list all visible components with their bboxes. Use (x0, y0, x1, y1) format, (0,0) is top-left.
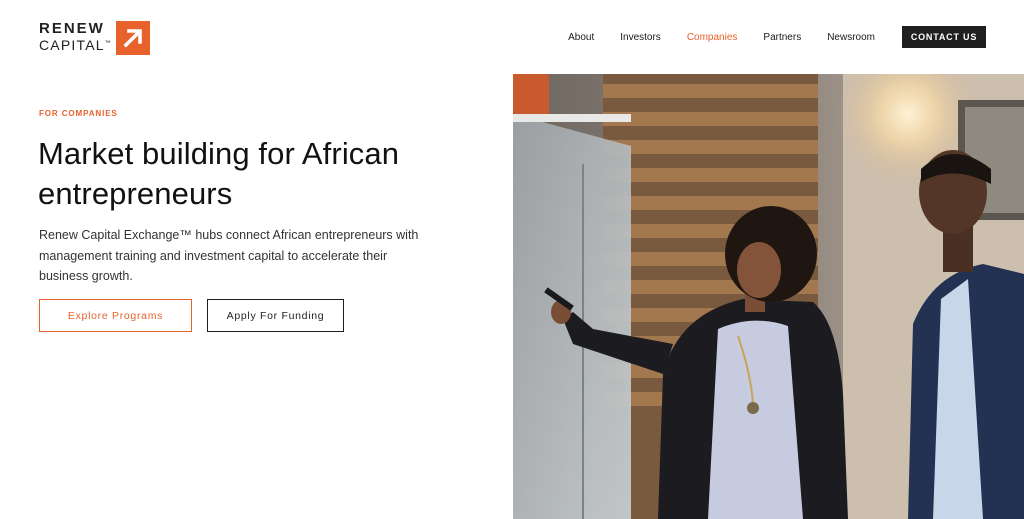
nav-link-newsroom[interactable]: Newsroom (827, 32, 875, 43)
nav-link-companies[interactable]: Companies (687, 32, 738, 43)
hero-photo (513, 74, 1024, 519)
hero-photo-illustration (513, 74, 1024, 519)
main-nav: About Investors Companies Partners Newsr… (542, 26, 986, 48)
site-header: RENEW CAPITAL™ About Investors Companies… (0, 0, 1024, 74)
explore-programs-button[interactable]: Explore Programs (39, 299, 192, 332)
apply-for-funding-button[interactable]: Apply For Funding (207, 299, 344, 332)
nav-link-partners[interactable]: Partners (763, 32, 801, 43)
headline-line-2: entrepreneurs (38, 176, 233, 211)
hero-description: Renew Capital Exchange™ hubs connect Afr… (39, 228, 419, 283)
headline-line-1: Market building for African (38, 136, 400, 171)
arrow-up-right-icon (115, 21, 150, 55)
page: RENEW CAPITAL™ About Investors Companies… (0, 0, 1024, 519)
brand-logo[interactable]: RENEW CAPITAL™ (39, 21, 150, 55)
logo-line-1: RENEW (39, 20, 105, 37)
logo-trademark: ™ (104, 40, 112, 47)
section-eyebrow: FOR COMPANIES (39, 109, 118, 118)
nav-link-investors[interactable]: Investors (620, 32, 661, 43)
logo-wordmark: RENEW CAPITAL™ (39, 21, 112, 52)
logo-line-2: CAPITAL™ (39, 38, 112, 52)
contact-us-button[interactable]: CONTACT US (902, 26, 986, 48)
nav-link-about[interactable]: About (568, 32, 594, 43)
logo-line-2-text: CAPITAL (39, 37, 105, 53)
hero-headline: Market building for African entrepreneur… (38, 134, 458, 214)
